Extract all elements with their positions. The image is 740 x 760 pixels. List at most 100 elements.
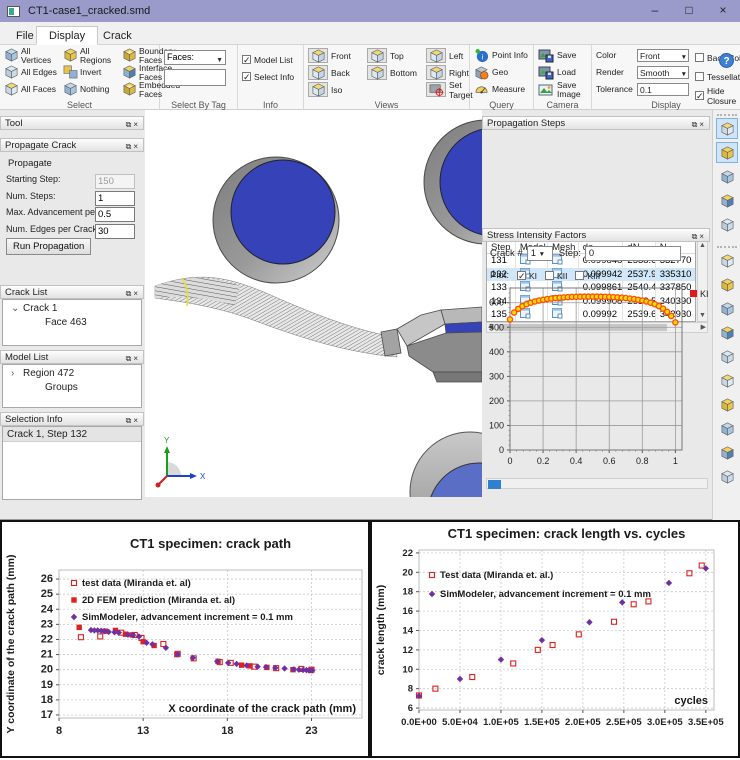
minimize-button[interactable]: – [638, 0, 672, 22]
propagate-input-3[interactable] [95, 224, 135, 239]
select-item-all-regions[interactable]: All Regions [63, 47, 120, 64]
svg-text:19: 19 [41, 679, 53, 691]
select-item-all-faces[interactable]: All Faces [4, 81, 61, 98]
checkbox-icon[interactable] [695, 53, 704, 62]
viewport-3d[interactable]: Y X [145, 110, 482, 497]
toolbar-cube-icon-1[interactable] [716, 142, 738, 163]
crack-tree-item-face-463[interactable]: Face 463 [5, 316, 139, 330]
select-item-all-edges[interactable]: All Edges [4, 64, 61, 81]
toolbar-cube-icon-13[interactable] [716, 442, 738, 463]
select-item-invert[interactable]: Invert [63, 64, 120, 81]
checkbox-icon[interactable]: ✓ [517, 271, 526, 280]
toolbar-cube-icon-4[interactable] [716, 214, 738, 235]
svg-text:26: 26 [41, 573, 53, 585]
help-button[interactable]: ? [719, 53, 734, 68]
checkbox-icon[interactable] [575, 271, 584, 280]
model-tree-item-groups[interactable]: Groups [5, 381, 139, 395]
toolbar-cube-icon-12[interactable] [716, 418, 738, 439]
propagate-input-2[interactable] [95, 207, 135, 222]
camera-button-save[interactable]: Save [538, 47, 587, 64]
close-panel-icon[interactable]: × [699, 232, 706, 241]
panel-title-crack-list: Crack List⧉× [0, 285, 144, 299]
svg-text:21: 21 [41, 649, 53, 661]
view-button-iso[interactable]: Iso [308, 81, 363, 98]
panel-title-sif: Stress Intensity Factors⧉× [482, 228, 710, 242]
cube-mixed-icon [122, 64, 139, 81]
query-button-geo[interactable]: Geo [474, 64, 529, 81]
model-tree-item-region-472[interactable]: ›Region 472 [5, 367, 139, 381]
view-button-top[interactable]: Top [367, 47, 422, 64]
axis-x-label: X [200, 472, 206, 481]
info-check-model-list[interactable]: ✓Model List [242, 52, 299, 67]
crack-number-dropdown[interactable]: 1 ▼ [527, 246, 553, 261]
toolbar-cube-icon-5[interactable] [716, 250, 738, 271]
sif-check-ki[interactable]: ✓KI [517, 268, 537, 283]
sif-check-kiii[interactable]: KIII [575, 268, 600, 283]
close-panel-icon[interactable]: × [133, 142, 140, 151]
color-dropdown[interactable]: Front▼ [637, 49, 689, 62]
svg-text:3.5E+05: 3.5E+05 [688, 717, 724, 728]
close-panel-icon[interactable]: × [699, 120, 706, 129]
svg-text:crack length (mm): crack length (mm) [375, 585, 387, 675]
view-button-back[interactable]: Back [308, 64, 363, 81]
info-check-select-info[interactable]: ✓Select Info [242, 69, 299, 84]
sif-scrollbar[interactable] [486, 478, 708, 489]
crack-tree-item-crack-1[interactable]: ⌄Crack 1 [5, 302, 139, 316]
scrollbar-thumb[interactable] [488, 480, 501, 489]
selection-info-row[interactable]: Crack 1, Step 132 [3, 427, 141, 442]
maximize-button[interactable]: □ [672, 0, 706, 22]
expander-icon[interactable]: › [11, 367, 23, 381]
checkbox-icon[interactable]: ✓ [695, 91, 704, 100]
toolbar-cube-icon-10[interactable] [716, 370, 738, 391]
checkbox-icon[interactable]: ✓ [242, 55, 251, 64]
step-input[interactable]: 0 [585, 246, 681, 261]
close-button[interactable]: × [706, 0, 740, 22]
display-check-tessellation[interactable]: Tessellation [695, 69, 740, 84]
toolbar-cube-icon-0[interactable] [716, 118, 738, 139]
tolerance-input[interactable]: 0.1 [637, 83, 689, 96]
cube-blue-icon [63, 81, 80, 98]
expander-icon[interactable]: ⌄ [11, 302, 23, 316]
view-button-front[interactable]: Front [308, 47, 363, 64]
toolbar-cube-icon-2[interactable] [716, 166, 738, 187]
svg-text:600: 600 [489, 298, 504, 308]
propagate-input-1[interactable] [95, 191, 135, 206]
svg-text:13: 13 [137, 725, 149, 737]
select-item-all-vertices[interactable]: All Vertices [4, 47, 61, 64]
toolbar-cube-icon-7[interactable] [716, 298, 738, 319]
view-front-icon [308, 48, 328, 63]
crack-surface [155, 277, 397, 357]
view-button-bottom[interactable]: Bottom [367, 64, 422, 81]
camera-button-save-image[interactable]: Save Image [538, 81, 587, 98]
toolbar-cube-icon-8[interactable] [716, 322, 738, 343]
tab-crack[interactable]: Crack [90, 26, 145, 45]
checkbox-icon[interactable]: ✓ [242, 72, 251, 81]
close-panel-icon[interactable]: × [133, 120, 140, 129]
chart-crack-length: 0.0E+005.0E+041.0E+051.5E+052.0E+052.5E+… [370, 520, 740, 758]
camera-button-load[interactable]: Load [538, 64, 587, 81]
view-back-icon [308, 65, 328, 80]
ribbon-group-camera: SaveLoadSave Image Camera [534, 45, 592, 110]
toolbar-cube-icon-9[interactable] [716, 346, 738, 367]
tab-display[interactable]: Display [36, 26, 98, 45]
tag-search-input[interactable] [164, 69, 226, 86]
sif-check-kii[interactable]: KII [545, 268, 567, 283]
close-panel-icon[interactable]: × [133, 289, 140, 298]
propagate-input-0[interactable] [95, 174, 135, 189]
toolbar-cube-icon-3[interactable] [716, 190, 738, 211]
close-panel-icon[interactable]: × [133, 416, 140, 425]
checkbox-icon[interactable] [545, 271, 554, 280]
scroll-up-icon[interactable]: ▲ [698, 242, 707, 250]
toolbar-cube-icon-14[interactable] [716, 466, 738, 487]
render-dropdown[interactable]: Smooth▼ [637, 66, 689, 79]
tag-type-dropdown[interactable]: Faces:▼ [164, 50, 226, 65]
checkbox-icon[interactable] [695, 72, 704, 81]
query-button-measure[interactable]: Measure [474, 81, 529, 98]
toolbar-cube-icon-6[interactable] [716, 274, 738, 295]
svg-text:300: 300 [489, 371, 504, 381]
toolbar-cube-icon-11[interactable] [716, 394, 738, 415]
query-button-point-info[interactable]: iPoint Info [474, 47, 529, 64]
run-propagation-button[interactable]: Run Propagation [6, 238, 91, 255]
close-panel-icon[interactable]: × [133, 354, 140, 363]
select-item-nothing[interactable]: Nothing [63, 81, 120, 98]
